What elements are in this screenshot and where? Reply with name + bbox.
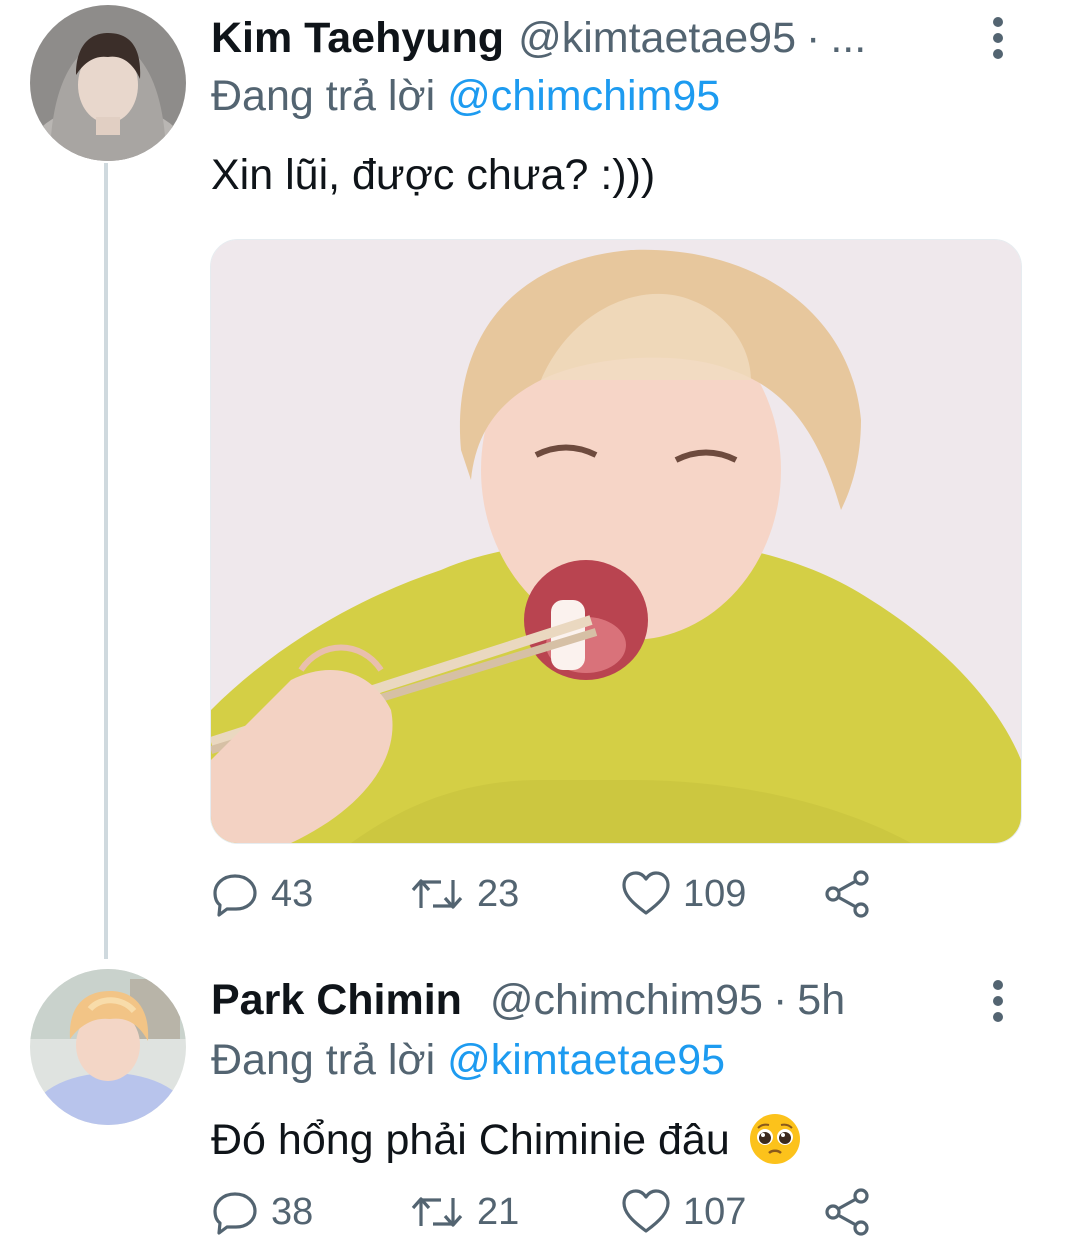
more-vertical-icon (993, 17, 1003, 59)
tweet-header: Kim Taehyung @kimtaetae95 · ... (211, 8, 866, 68)
replying-to-label: Đang trả lời (211, 72, 436, 120)
reply-mention-link[interactable]: @chimchim95 (447, 72, 720, 120)
avatar-image (30, 5, 186, 161)
like-count: 107 (683, 1190, 747, 1233)
share-button[interactable] (823, 1184, 873, 1240)
tweet-header: Park Chimin @chimchim95 · 5h (211, 970, 845, 1030)
separator: · (805, 14, 821, 62)
timestamp[interactable]: 5h (797, 970, 845, 1030)
share-icon (825, 870, 869, 918)
tweet-text: Xin lũi, được chưa? :))) (211, 151, 656, 199)
tweet[interactable]: Park Chimin @chimchim95 · 5h Đang trả lờ… (0, 955, 1080, 1254)
replying-to-label: Đang trả lời (211, 1036, 436, 1084)
reply-button[interactable]: 38 (211, 1184, 313, 1240)
tweet-text: Đó hổng phải Chiminie đâu (211, 1110, 802, 1170)
replying-to: Đang trả lời @chimchim95 (211, 66, 720, 126)
photo (211, 240, 1021, 843)
like-count: 109 (683, 872, 747, 915)
avatar[interactable] (30, 969, 186, 1125)
reply-button[interactable]: 43 (211, 866, 313, 922)
share-icon (825, 1188, 869, 1236)
reply-count: 43 (271, 872, 314, 915)
retweet-count: 23 (477, 872, 520, 915)
avatar-image (30, 969, 186, 1125)
replying-to: Đang trả lời @kimtaetae95 (211, 1030, 725, 1090)
more-options-button[interactable] (982, 977, 1014, 1025)
retweet-icon (411, 879, 463, 909)
tweet-text-content: Đó hổng phải Chiminie đâu (211, 1116, 730, 1164)
retweet-count: 21 (477, 1190, 520, 1233)
more-vertical-icon (993, 980, 1003, 1022)
user-handle[interactable]: @chimchim95 (490, 970, 763, 1030)
display-name[interactable]: Kim Taehyung (211, 8, 504, 68)
retweet-button[interactable]: 23 (409, 866, 519, 922)
tweet-actions: 38 21 107 (211, 1184, 891, 1240)
like-button[interactable]: 107 (621, 1184, 746, 1240)
more-options-button[interactable] (982, 14, 1014, 62)
separator: · (772, 976, 788, 1024)
tweet-actions: 43 23 109 (211, 866, 891, 922)
like-button[interactable]: 109 (621, 866, 746, 922)
reply-icon (213, 1192, 257, 1235)
avatar[interactable] (30, 5, 186, 161)
reply-count: 38 (271, 1190, 314, 1233)
pleading-face-emoji-icon (749, 1114, 800, 1164)
timestamp[interactable]: ... (830, 8, 866, 68)
heart-icon (622, 871, 670, 915)
retweet-button[interactable]: 21 (409, 1184, 519, 1240)
retweet-icon (411, 1197, 463, 1227)
share-button[interactable] (823, 866, 873, 922)
tweet[interactable]: Kim Taehyung @kimtaetae95 · ... Đang trả… (0, 0, 1080, 955)
heart-icon (622, 1189, 670, 1233)
reply-icon (213, 874, 257, 917)
user-handle[interactable]: @kimtaetae95 (518, 8, 796, 68)
display-name[interactable]: Park Chimin (211, 970, 462, 1030)
tweet-media-image[interactable] (210, 239, 1022, 844)
reply-mention-link[interactable]: @kimtaetae95 (447, 1036, 725, 1084)
